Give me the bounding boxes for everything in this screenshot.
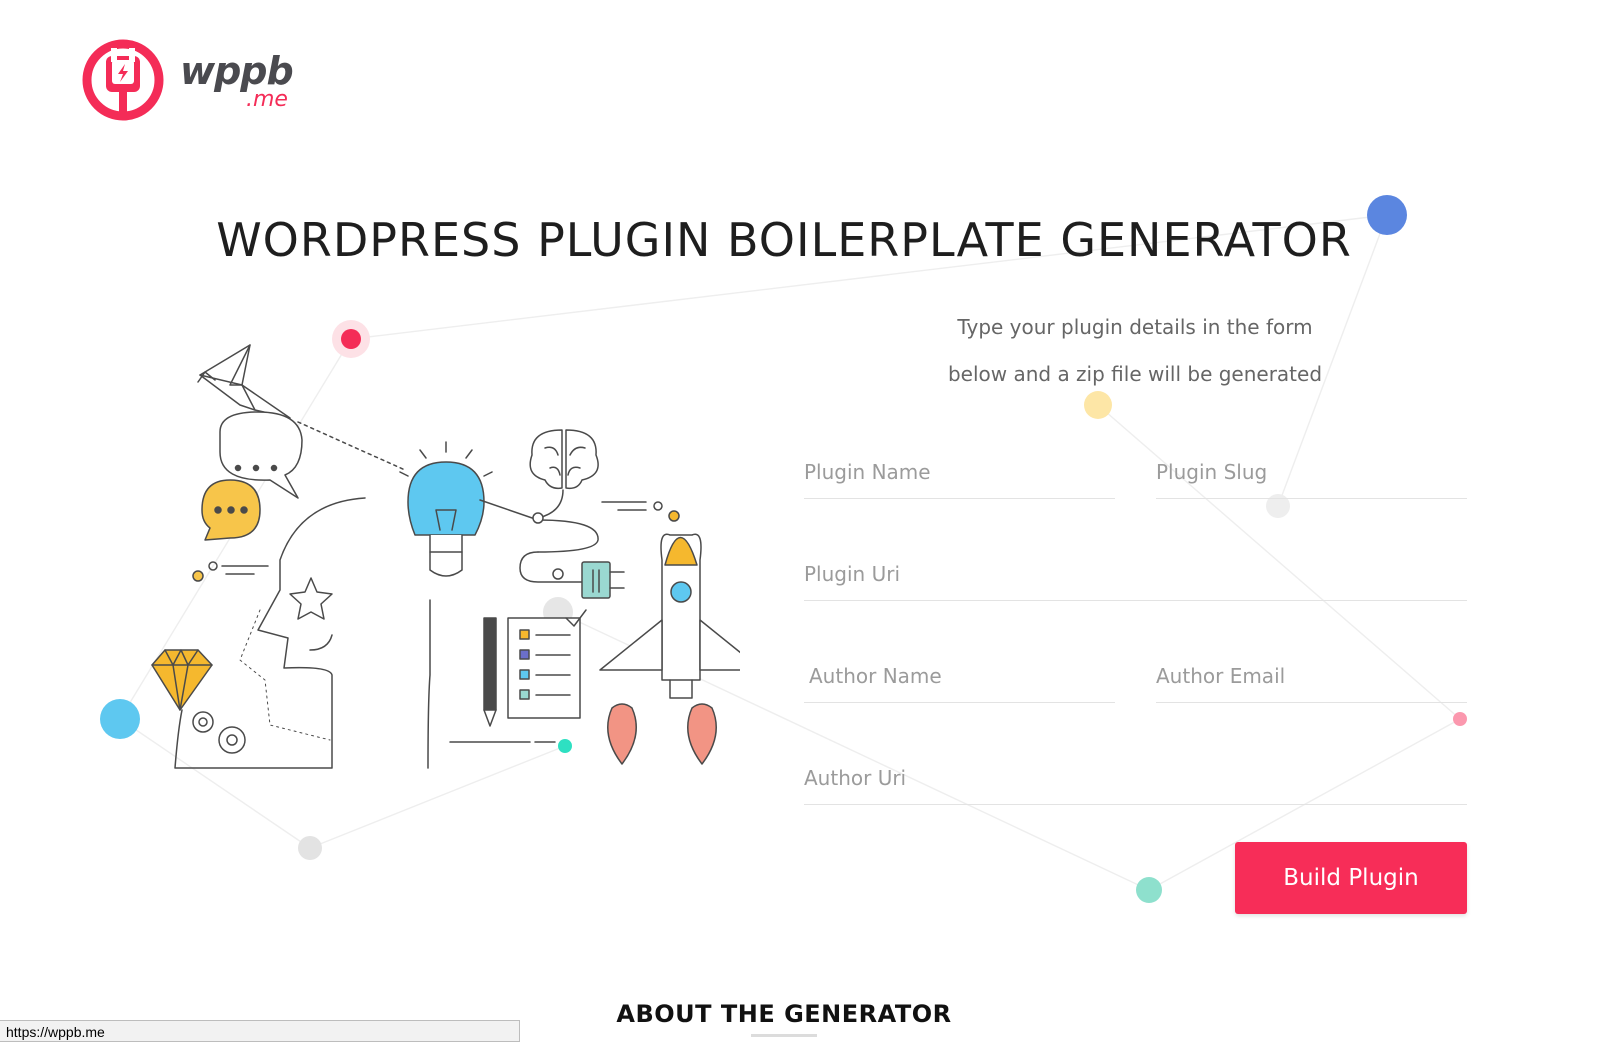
gears-icon — [192, 711, 246, 754]
plug-logo-icon — [82, 39, 164, 121]
origami-bird-icon — [197, 344, 291, 419]
logo-wordmark: wppb .me — [180, 41, 310, 121]
plugin-uri-input[interactable] — [804, 554, 1467, 594]
author-uri-input[interactable] — [804, 758, 1467, 798]
author-name-field[interactable] — [804, 656, 1120, 703]
plugin-name-input[interactable] — [804, 452, 1115, 492]
status-bar-url: https://wppb.me — [0, 1020, 520, 1042]
author-uri-field[interactable] — [804, 758, 1467, 805]
human-head-icon — [174, 497, 366, 769]
pen-icon — [483, 617, 497, 727]
lightbulb-icon — [399, 441, 493, 577]
brain-icon — [529, 429, 599, 490]
site-logo[interactable]: wppb .me — [80, 36, 320, 126]
about-divider — [751, 1034, 817, 1037]
author-email-field[interactable] — [1156, 656, 1467, 703]
checklist-icon — [507, 609, 587, 719]
plug-icon — [581, 561, 625, 599]
build-plugin-button[interactable]: Build Plugin — [1235, 842, 1467, 914]
star-icon — [289, 577, 333, 620]
tagline-line-2: below and a zip file will be generated — [947, 362, 1323, 386]
page-title: WORDPRESS PLUGIN BOILERPLATE GENERATOR — [216, 212, 1352, 267]
plugin-uri-field[interactable] — [804, 554, 1467, 601]
logo-suffix: .me — [246, 87, 288, 112]
plugin-name-field[interactable] — [804, 452, 1115, 499]
tagline: Type your plugin details in the form bel… — [940, 304, 1330, 398]
chat-bubbles-icon — [201, 411, 303, 541]
hero-illustration — [151, 344, 740, 769]
plugin-slug-field[interactable] — [1156, 452, 1467, 499]
author-name-input[interactable] — [804, 656, 1120, 696]
tagline-line-1: Type your plugin details in the form — [957, 315, 1313, 339]
author-email-input[interactable] — [1156, 656, 1467, 696]
rocket-icon — [599, 533, 740, 765]
diamond-icon — [151, 649, 213, 711]
plugin-slug-input[interactable] — [1156, 452, 1467, 492]
